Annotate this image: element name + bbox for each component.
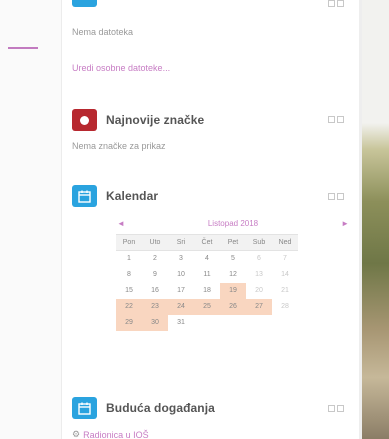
next-month-arrow-icon[interactable]: ►: [341, 219, 349, 228]
calendar-grid: Pon Uto Sri Čet Pet Sub Ned 1 2 3 4 5 6 …: [116, 234, 298, 331]
calendar-week-row: 15 16 17 18 19 20 21: [116, 282, 298, 299]
badges-block-header: Najnovije značke: [72, 107, 204, 133]
events-block-header: Buduća događanja: [72, 395, 215, 421]
calendar-day-empty: [220, 315, 246, 331]
sidebar-blocks: Nema datoteka Uredi osobne datoteke... N…: [62, 0, 358, 439]
calendar-week-row: 1 2 3 4 5 6 7: [116, 251, 298, 267]
calendar-day-event[interactable]: 22: [116, 298, 142, 315]
calendar-week-row: 22 23 24 25 26 27 28: [116, 298, 298, 315]
upcoming-event-item[interactable]: ⚙ Radionica u IOŠ: [72, 429, 149, 439]
calendar-day[interactable]: 8: [116, 267, 142, 283]
event-gear-icon: ⚙: [72, 429, 81, 439]
weekday-header: Sri: [168, 234, 194, 251]
calendar-month-label[interactable]: Listopad 2018: [115, 219, 351, 228]
calendar-day-weekend[interactable]: 7: [272, 251, 298, 267]
calendar-day-event[interactable]: 27: [246, 298, 272, 315]
calendar-day-weekend[interactable]: 13: [246, 267, 272, 283]
weekday-header: Pet: [220, 234, 246, 251]
dock-icon[interactable]: [328, 405, 335, 412]
calendar-day[interactable]: 3: [168, 251, 194, 267]
background-photo: [362, 0, 389, 439]
calendar-block-header: Kalendar: [72, 183, 158, 209]
actions-icon[interactable]: [337, 193, 344, 200]
calendar-day-empty: [272, 315, 298, 331]
calendar-day-weekend[interactable]: 28: [272, 299, 298, 315]
calendar-day-event[interactable]: 19: [220, 282, 246, 299]
calendar-day-weekend[interactable]: 14: [272, 267, 298, 283]
calendar-day[interactable]: 17: [168, 283, 194, 299]
calendar-week-row: 29 30 31: [116, 314, 298, 331]
calendar-day-empty: [246, 315, 272, 331]
calendar-day[interactable]: 16: [142, 283, 168, 299]
badges-empty-text: Nema značke za prikaz: [72, 141, 166, 151]
weekday-header: Sub: [246, 234, 272, 251]
calendar-day[interactable]: 18: [194, 283, 220, 299]
weekday-header: Pon: [116, 234, 142, 251]
calendar-day[interactable]: 9: [142, 267, 168, 283]
calendar-block-title: Kalendar: [106, 189, 159, 203]
edit-files-link[interactable]: Uredi osobne datoteke...: [72, 63, 170, 73]
events-block-controls[interactable]: [328, 405, 344, 412]
calendar-day-event[interactable]: 25: [194, 298, 220, 315]
calendar-day-weekend[interactable]: 6: [246, 251, 272, 267]
dock-icon[interactable]: [328, 193, 335, 200]
calendar-glyph-icon: [78, 402, 91, 415]
left-navigation-rail: [0, 0, 62, 439]
calendar-day-event[interactable]: 29: [116, 314, 142, 331]
calendar-day[interactable]: 5: [220, 251, 246, 267]
calendar-day[interactable]: 15: [116, 283, 142, 299]
badge-circle-icon: [80, 115, 89, 125]
calendar-day-weekend[interactable]: 21: [272, 283, 298, 299]
badges-block-title: Najnovije značke: [106, 113, 205, 127]
weekday-header-row: Pon Uto Sri Čet Pet Sub Ned: [116, 234, 298, 251]
calendar-day-event[interactable]: 30: [142, 314, 168, 331]
files-block-header: [72, 0, 97, 9]
calendar-block-controls[interactable]: [328, 193, 344, 200]
badge-icon: [72, 109, 97, 131]
weekday-header: Ned: [272, 234, 298, 251]
calendar-day[interactable]: 4: [194, 251, 220, 267]
calendar-week-row: 8 9 10 11 12 13 14: [116, 267, 298, 283]
folder-icon: [72, 0, 97, 7]
calendar-icon: [72, 397, 97, 419]
calendar-day-event[interactable]: 24: [168, 298, 194, 315]
calendar-day-event[interactable]: 23: [142, 298, 168, 315]
files-block-controls[interactable]: [328, 0, 344, 7]
calendar-day[interactable]: 11: [194, 267, 220, 283]
actions-icon[interactable]: [337, 0, 344, 7]
badges-block-controls[interactable]: [328, 116, 344, 123]
calendar-day-weekend[interactable]: 20: [246, 283, 272, 299]
calendar-day-empty: [194, 315, 220, 331]
events-block-title: Buduća događanja: [106, 401, 215, 415]
actions-icon[interactable]: [337, 405, 344, 412]
dock-icon[interactable]: [328, 0, 335, 7]
dock-icon[interactable]: [328, 116, 335, 123]
calendar-day[interactable]: 31: [168, 315, 194, 331]
weekday-header: Čet: [194, 234, 220, 251]
calendar-icon: [72, 185, 97, 207]
calendar-day[interactable]: 2: [142, 251, 168, 267]
actions-icon[interactable]: [337, 116, 344, 123]
calendar-day-event[interactable]: 26: [220, 298, 246, 315]
calendar-day[interactable]: 1: [116, 251, 142, 267]
active-nav-indicator: [8, 47, 38, 49]
calendar-glyph-icon: [78, 190, 91, 203]
calendar-navigation: ◄ Listopad 2018 ►: [115, 219, 351, 232]
calendar-day[interactable]: 10: [168, 267, 194, 283]
calendar-day[interactable]: 12: [220, 267, 246, 283]
upcoming-event-link[interactable]: Radionica u IOŠ: [83, 430, 149, 439]
weekday-header: Uto: [142, 234, 168, 251]
files-empty-text: Nema datoteka: [72, 27, 134, 37]
